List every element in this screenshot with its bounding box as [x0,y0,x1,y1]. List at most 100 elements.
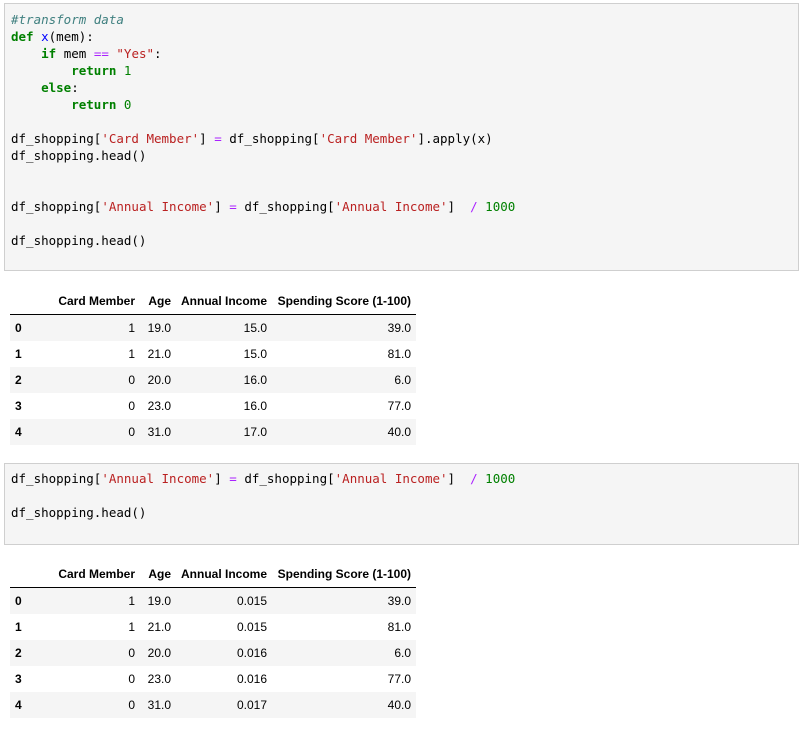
table-cell: 40.0 [387,698,412,712]
table-cell: 81.0 [387,347,412,361]
code-token: ].apply(x) [417,131,493,146]
code-token: df_shopping[ [11,199,102,214]
column-header: Card Member [43,561,140,588]
code-token: #transform data [11,12,124,27]
code-line: df_shopping.head() [11,504,798,521]
table-row: 4 0 31.0 0.017 40.0 [10,692,417,718]
code-token: = [229,199,237,214]
code-token: df_shopping.head() [11,148,147,163]
code-token: 'Annual Income' [334,471,448,486]
table-row: 1 1 21.0 0.015 81.0 [10,614,417,640]
code-token: df_shopping.head() [11,505,147,520]
table-cell: 77.0 [387,672,412,686]
table-row: 4 0 31.0 17.0 40.0 [10,419,417,445]
code-line: else: [11,79,798,96]
code-token: 1000 [485,199,516,214]
table-cell: 21.0 [147,620,171,634]
table-cell: 1 [128,321,135,335]
table-cell: 81.0 [387,620,412,634]
table-row: 3 0 23.0 0.016 77.0 [10,666,417,692]
table-row: 2 0 20.0 16.0 6.0 [10,367,417,393]
code-cell-1[interactable]: #transform data def x(mem): if mem == "Ye… [4,3,799,271]
code-token: 'Annual Income' [101,199,215,214]
row-index: 3 [15,399,22,413]
column-header: Annual Income [176,561,273,588]
table-cell: 31.0 [147,425,171,439]
table-cell: 0.016 [236,672,268,686]
code-token: : [71,80,79,95]
column-header: Age [140,561,176,588]
table-row: 0 1 19.0 0.015 39.0 [10,587,417,614]
table-cell: 77.0 [387,399,412,413]
code-token: / [470,199,478,214]
table-cell: 15.0 [243,321,268,335]
code-token: : [154,46,162,61]
table-cell: 40.0 [387,425,412,439]
table-cell: 23.0 [147,399,171,413]
code-token: ] [214,471,230,486]
code-token: df_shopping[ [236,199,335,214]
code-line: df_shopping.head() [11,147,798,164]
dataframe-table-1: Card Member Age Annual Income Spending S… [10,288,417,445]
code-line: return 0 [11,96,798,113]
code-token: ] [214,199,230,214]
table-cell: 15.0 [243,347,268,361]
code-line: df_shopping['Annual Income'] = df_shoppi… [11,198,798,215]
table-cell: 19.0 [147,321,171,335]
code-line: if mem == "Yes": [11,45,798,62]
table-cell: 0.015 [236,620,268,634]
row-index: 4 [15,698,22,712]
code-token: df_shopping.head() [11,233,147,248]
row-index: 0 [15,321,22,335]
table-cell: 1 [128,347,135,361]
column-header: Spending Score (1-100) [272,288,417,315]
table-cell: 16.0 [243,373,268,387]
table-row: 0 1 19.0 15.0 39.0 [10,314,417,341]
code-line: df_shopping['Annual Income'] = df_shoppi… [11,470,798,487]
code-token: 1000 [485,471,516,486]
table-cell: 16.0 [243,399,268,413]
table-cell: 19.0 [147,594,171,608]
code-line: df_shopping['Card Member'] = df_shopping… [11,130,798,147]
code-token: return [71,97,117,112]
table-cell: 39.0 [387,321,412,335]
code-token: = [229,471,237,486]
row-index: 0 [15,594,22,608]
table-header-row: Card Member Age Annual Income Spending S… [10,288,417,315]
index-header [10,561,43,588]
code-token: ] [447,199,471,214]
row-index: 2 [15,646,22,660]
row-index: 2 [15,373,22,387]
code-line: return 1 [11,62,798,79]
column-header: Age [140,288,176,315]
code-token: "Yes" [116,46,155,61]
output-dataframe-2: Card Member Age Annual Income Spending S… [10,561,417,718]
code-editor-2[interactable]: df_shopping['Annual Income'] = df_shoppi… [5,464,798,521]
table-row: 2 0 20.0 0.016 6.0 [10,640,417,666]
code-line: def x(mem): [11,28,798,45]
table-row: 3 0 23.0 16.0 77.0 [10,393,417,419]
code-editor-1[interactable]: #transform data def x(mem): if mem == "Ye… [5,4,798,249]
dataframe-table-2: Card Member Age Annual Income Spending S… [10,561,417,718]
index-header [10,288,43,315]
code-token: else [41,80,72,95]
code-token: 0 [123,97,132,112]
table-cell: 6.0 [394,646,412,660]
column-header: Annual Income [176,288,273,315]
table-row: 1 1 21.0 15.0 81.0 [10,341,417,367]
column-header: Card Member [43,288,140,315]
code-cell-2[interactable]: df_shopping['Annual Income'] = df_shoppi… [4,463,799,545]
table-cell: 31.0 [147,698,171,712]
table-cell: 0 [128,698,135,712]
code-token: 'Annual Income' [334,199,448,214]
code-line: #transform data [11,11,798,28]
code-token: 'Annual Income' [101,471,215,486]
